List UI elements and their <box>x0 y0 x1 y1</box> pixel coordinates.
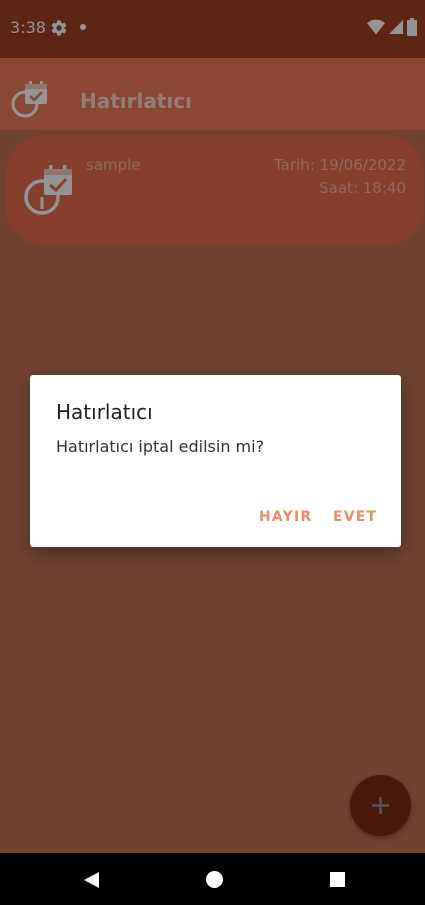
back-icon[interactable] <box>81 870 101 890</box>
no-button[interactable]: HAYIR <box>259 509 312 525</box>
dialog-message: Hatırlatıcı iptal edilsin mi? <box>56 437 265 456</box>
app-screen: 3:38 Hatırlatıcı sample Tarih: 19/06/202… <box>0 0 425 905</box>
navigation-bar <box>0 853 425 905</box>
dialog-title: Hatırlatıcı <box>56 400 153 424</box>
fab-scrim <box>350 775 411 836</box>
yes-button[interactable]: EVET <box>333 509 377 525</box>
home-icon[interactable] <box>206 871 223 888</box>
recents-icon[interactable] <box>330 872 345 887</box>
confirm-dialog: Hatırlatıcı Hatırlatıcı iptal edilsin mi… <box>30 375 401 547</box>
